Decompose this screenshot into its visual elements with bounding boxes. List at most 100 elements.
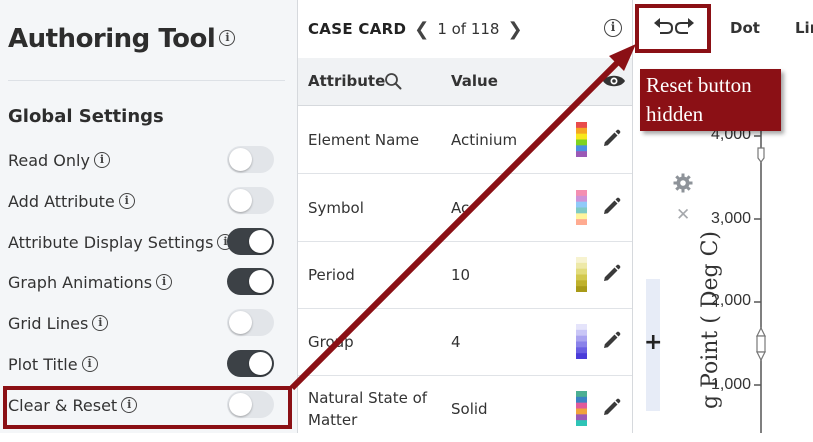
color-swatch-icon[interactable] — [576, 391, 587, 426]
read-only-toggle[interactable] — [227, 146, 274, 173]
swatch-band — [576, 414, 587, 421]
app-title-row: Authoring Tool i — [8, 24, 236, 54]
setting-read-only: Read Only i — [8, 143, 287, 177]
setting-label: Grid Lines — [8, 313, 89, 333]
tab-dot[interactable]: Dot — [730, 19, 760, 37]
info-icon[interactable]: i — [219, 29, 236, 46]
swatch-band — [576, 396, 587, 403]
swatch-band — [576, 133, 587, 140]
table-row: Element Name Actinium — [298, 106, 632, 174]
color-swatch-icon[interactable] — [576, 122, 587, 157]
toggle-knob — [249, 352, 272, 375]
pencil-icon[interactable] — [600, 263, 622, 285]
case-card: CASE CARD ❮ 1 of 118 ❯ i Attribute Value… — [297, 0, 633, 433]
toggle-knob — [229, 189, 252, 212]
setting-plot-title: Plot Title i — [8, 347, 287, 381]
app-title: Authoring Tool — [8, 24, 216, 54]
add-attribute-toggle[interactable] — [227, 187, 274, 214]
attribute-value[interactable]: Ac — [451, 174, 469, 241]
info-icon[interactable]: i — [604, 19, 622, 37]
info-icon[interactable]: i — [93, 152, 110, 168]
table-row: Period 10 — [298, 241, 632, 309]
info-icon[interactable]: i — [118, 193, 135, 209]
attribute-name: Symbol — [308, 198, 364, 217]
setting-add-attribute: Add Attribute i — [8, 184, 287, 218]
case-card-title: CASE CARD — [308, 20, 407, 38]
setting-label: Add Attribute — [8, 191, 115, 211]
authoring-panel: Authoring Tool i Global Settings Read Onl… — [0, 0, 297, 433]
chevron-left-icon[interactable]: ❮ — [414, 19, 429, 40]
attribute-value[interactable]: 4 — [451, 308, 461, 375]
pencil-icon[interactable] — [600, 128, 622, 150]
attribute-value[interactable]: Solid — [451, 375, 488, 442]
setting-label: Graph Animations — [8, 272, 153, 292]
graph-animations-toggle[interactable] — [227, 268, 274, 295]
close-icon[interactable]: ✕ — [676, 205, 690, 225]
swatch-band — [576, 353, 587, 359]
toggle-knob — [249, 270, 272, 293]
swatch-band — [576, 190, 587, 197]
attribute-name: Natural State of Matter — [308, 388, 428, 429]
swatch-band — [576, 139, 587, 146]
divider — [8, 80, 285, 81]
swatch-band — [576, 127, 587, 134]
toggle-knob — [249, 230, 272, 253]
swatch-band — [576, 219, 587, 225]
plus-icon[interactable]: + — [644, 330, 662, 355]
case-card-header: CASE CARD ❮ 1 of 118 ❯ i — [298, 0, 632, 58]
info-icon[interactable]: i — [92, 315, 109, 331]
color-swatch-icon[interactable] — [576, 190, 587, 225]
setting-grid-lines: Grid Lines i — [8, 306, 287, 340]
attribute-name: Element Name — [308, 130, 420, 149]
chevron-right-icon[interactable]: ❯ — [507, 19, 522, 40]
table-row: Group 4 — [298, 308, 632, 376]
table-row: Natural State of Matter Solid — [298, 375, 632, 442]
plot-title-toggle[interactable] — [227, 350, 274, 377]
setting-graph-animations: Graph Animations i — [8, 265, 287, 299]
color-swatch-icon[interactable] — [576, 324, 587, 359]
gear-icon[interactable] — [673, 173, 693, 193]
swatch-band — [576, 122, 587, 129]
y-tick-label: 3,000 — [711, 210, 752, 227]
pencil-icon[interactable] — [600, 397, 622, 419]
value-column-header: Value — [451, 72, 498, 90]
setting-label: Plot Title — [8, 354, 78, 374]
attribute-column-header[interactable]: Attribute — [308, 72, 385, 90]
global-settings-title: Global Settings — [8, 106, 164, 127]
info-icon[interactable]: i — [81, 356, 98, 372]
attribute-display-toggle[interactable] — [227, 228, 274, 255]
color-swatch-icon[interactable] — [576, 257, 587, 292]
swatch-band — [576, 324, 587, 331]
toggle-knob — [229, 148, 252, 171]
attribute-value[interactable]: Actinium — [451, 106, 517, 173]
swatch-band — [576, 213, 587, 220]
attribute-value[interactable]: 10 — [451, 241, 470, 308]
swatch-band — [576, 201, 587, 208]
attribute-name: Group — [308, 332, 354, 351]
swatch-band — [576, 151, 587, 157]
setting-label: Attribute Display Settings — [8, 232, 214, 252]
attribute-name: Period — [308, 265, 355, 284]
swatch-band — [576, 341, 587, 348]
info-icon[interactable]: i — [156, 274, 173, 290]
swatch-band — [576, 280, 587, 287]
pencil-icon[interactable] — [600, 196, 622, 218]
swatch-band — [576, 391, 587, 398]
grid-lines-toggle[interactable] — [227, 309, 274, 336]
swatch-band — [576, 402, 587, 409]
swatch-band — [576, 329, 587, 336]
swatch-band — [576, 262, 587, 269]
y-axis-label[interactable]: g Point ( Deg C) — [698, 169, 723, 409]
tab-line[interactable]: Lin — [795, 19, 813, 37]
swatch-band — [576, 274, 587, 281]
toggle-knob — [229, 311, 252, 334]
swatch-band — [576, 420, 587, 426]
eye-icon[interactable] — [602, 72, 626, 90]
swatch-band — [576, 268, 587, 275]
pencil-icon[interactable] — [600, 330, 622, 352]
y-tick-label: 1,000 — [711, 376, 752, 393]
search-icon[interactable] — [384, 72, 402, 90]
swatch-band — [576, 286, 587, 292]
table-row: Symbol Ac — [298, 174, 632, 242]
swatch-band — [576, 195, 587, 202]
